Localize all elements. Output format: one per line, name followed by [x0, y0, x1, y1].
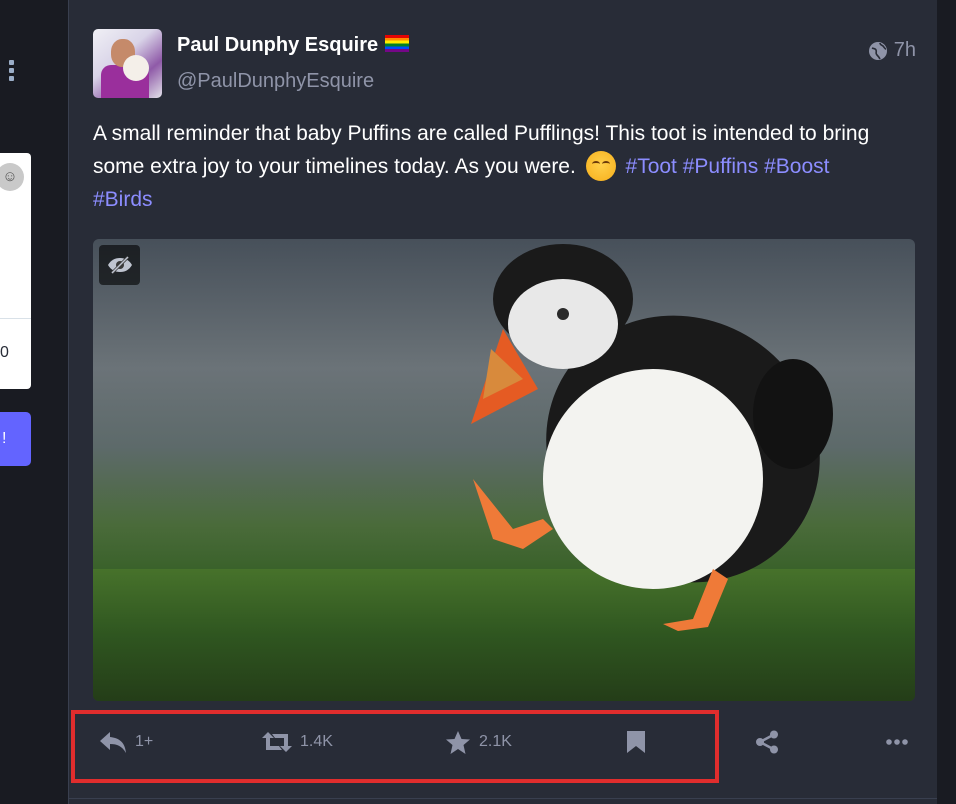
post-timestamp[interactable]: 7h [868, 39, 916, 62]
star-icon [446, 730, 470, 754]
boost-icon [262, 732, 292, 752]
share-button[interactable] [755, 712, 779, 772]
emoji-picker-icon[interactable]: ☺ [0, 163, 24, 191]
avatar[interactable] [93, 29, 162, 98]
smiling-face-emoji [585, 151, 616, 181]
post-divider [68, 798, 937, 799]
hashtag-toot[interactable]: #Toot [626, 155, 677, 178]
hashtag-boost[interactable]: #Boost [764, 155, 829, 178]
compose-divider [0, 318, 31, 319]
boost-button[interactable]: 1.4K [262, 712, 333, 772]
reply-icon [100, 732, 126, 753]
favourite-button[interactable]: 2.1K [445, 712, 512, 772]
hashtag-birds[interactable]: #Birds [93, 188, 153, 211]
media-attachment-puffin[interactable] [93, 239, 915, 701]
ellipsis-icon [886, 739, 908, 745]
character-counter: 0 [0, 344, 9, 361]
eye-slash-icon [107, 255, 132, 275]
bookmark-button[interactable] [626, 712, 646, 772]
display-name-text: Paul Dunphy Esquire [177, 34, 379, 56]
status-action-bar: 1+ 1.4K 2.1K [69, 712, 938, 772]
timestamp-text: 7h [893, 39, 916, 61]
right-edge [937, 0, 956, 804]
favourite-count: 2.1K [479, 733, 512, 750]
hide-media-button[interactable] [99, 245, 140, 285]
account-handle[interactable]: @PaulDunphyEsquire [177, 70, 374, 93]
more-options-button[interactable] [886, 712, 908, 772]
column-menu-icon[interactable] [9, 60, 17, 84]
puffin-image [471, 244, 833, 631]
boost-count: 1.4K [300, 733, 333, 750]
status-content: A small reminder that baby Puffins are c… [93, 117, 893, 216]
share-icon [756, 730, 778, 754]
hashtag-puffins[interactable]: #Puffins [683, 155, 759, 178]
rainbow-flag-icon [385, 35, 410, 52]
globe-icon [868, 41, 887, 60]
bookmark-icon [627, 731, 645, 753]
left-column: ☺ 0 ! [0, 0, 68, 804]
reply-count: 1+ [135, 733, 154, 750]
display-name[interactable]: Paul Dunphy Esquire [177, 34, 410, 57]
publish-button[interactable]: ! [0, 412, 31, 466]
status-post: Paul Dunphy Esquire @PaulDunphyEsquire 7… [68, 0, 938, 804]
reply-button[interactable]: 1+ [99, 712, 153, 772]
